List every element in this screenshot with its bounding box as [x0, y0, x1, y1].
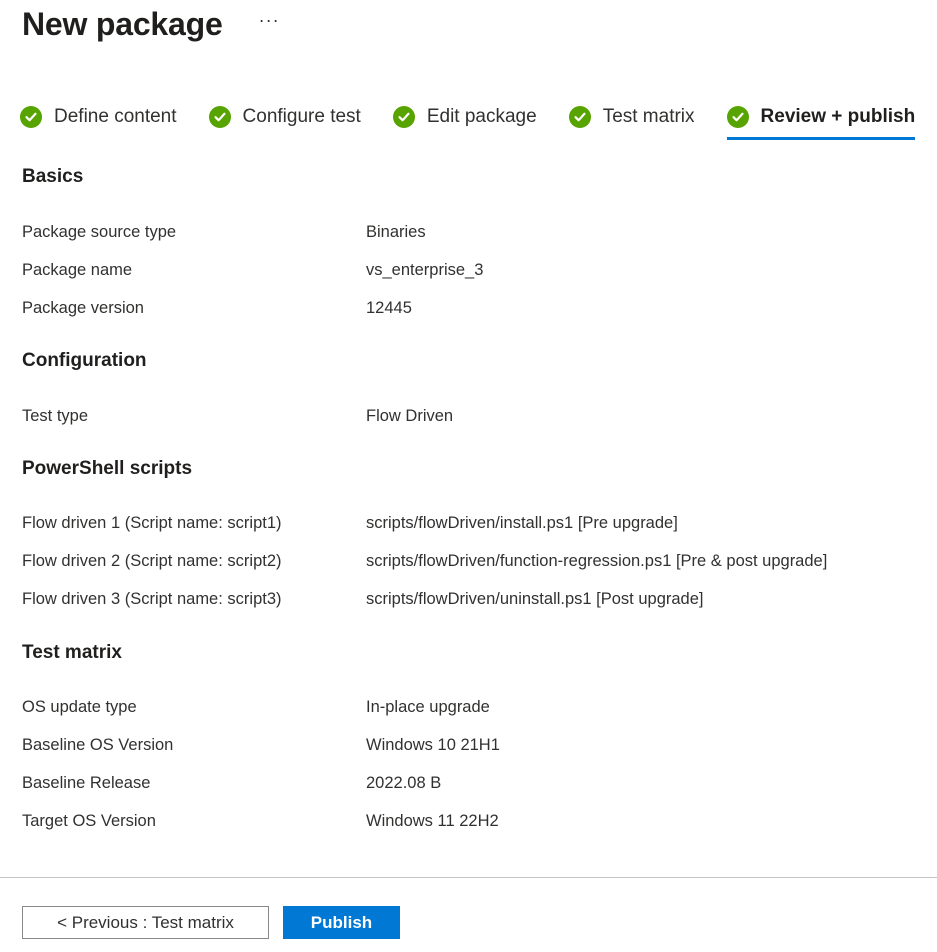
wizard-tabs: Define content Configure test Edit packa… — [20, 100, 915, 142]
tab-label: Test matrix — [602, 106, 695, 127]
detail-value: Windows 10 21H1 — [366, 735, 500, 754]
detail-row: Baseline Release 2022.08 B — [22, 771, 922, 795]
detail-row: Test type Flow Driven — [22, 404, 922, 428]
more-options-button[interactable]: ··· — [259, 11, 280, 29]
page-title: New package — [22, 5, 223, 42]
check-circle-icon — [20, 106, 42, 128]
detail-row: Target OS Version Windows 11 22H2 — [22, 809, 922, 833]
section-title-test-matrix: Test matrix — [22, 642, 122, 663]
detail-value: Windows 11 22H2 — [366, 811, 499, 830]
section-title-configuration: Configuration — [22, 350, 147, 371]
tab-test-matrix[interactable]: Test matrix — [568, 100, 695, 134]
detail-label: Flow driven 1 (Script name: script1) — [22, 513, 282, 532]
check-circle-icon — [726, 106, 749, 128]
detail-value: Binaries — [366, 222, 426, 241]
tab-configure-test[interactable]: Configure test — [208, 100, 361, 134]
footer-divider — [0, 877, 937, 878]
detail-label: Flow driven 2 (Script name: script2) — [22, 551, 282, 570]
detail-label: Target OS Version — [22, 811, 156, 830]
detail-row: Package version 12445 — [22, 296, 922, 320]
detail-row: Flow driven 3 (Script name: script3) scr… — [22, 587, 922, 611]
detail-label: OS update type — [22, 697, 137, 716]
detail-row: Baseline OS Version Windows 10 21H1 — [22, 733, 922, 757]
detail-value: In-place upgrade — [366, 697, 490, 716]
footer-actions: < Previous : Test matrix Publish — [22, 906, 400, 939]
detail-row: Flow driven 1 (Script name: script1) scr… — [22, 511, 922, 535]
detail-row: Package name vs_enterprise_3 — [22, 258, 922, 282]
tab-label: Edit package — [426, 106, 537, 127]
section-title-basics: Basics — [22, 166, 84, 187]
tab-review-publish[interactable]: Review + publish — [726, 100, 916, 140]
tab-label: Define content — [54, 106, 177, 127]
detail-label: Package version — [22, 298, 144, 317]
detail-value: scripts/flowDriven/install.ps1 [Pre upgr… — [366, 513, 678, 532]
detail-row: Flow driven 2 (Script name: script2) scr… — [22, 549, 922, 573]
tab-edit-package[interactable]: Edit package — [392, 100, 537, 134]
check-circle-icon — [392, 106, 415, 128]
detail-label: Package source type — [22, 222, 177, 241]
detail-value: 2022.08 B — [366, 773, 442, 792]
page-header: New package ··· — [22, 4, 280, 44]
detail-value: scripts/flowDriven/uninstall.ps1 [Post u… — [366, 589, 704, 608]
detail-row: Package source type Binaries — [22, 220, 922, 244]
detail-row: OS update type In-place upgrade — [22, 695, 922, 719]
tab-label: Configure test — [242, 106, 361, 127]
detail-label: Baseline Release — [22, 773, 151, 792]
detail-value: vs_enterprise_3 — [366, 260, 484, 279]
previous-button[interactable]: < Previous : Test matrix — [22, 906, 269, 939]
detail-value: Flow Driven — [366, 406, 454, 425]
section-title-powershell-scripts: PowerShell scripts — [22, 458, 193, 479]
detail-label: Baseline OS Version — [22, 735, 174, 754]
detail-label: Package name — [22, 260, 133, 279]
publish-button[interactable]: Publish — [283, 906, 400, 939]
detail-label: Flow driven 3 (Script name: script3) — [22, 589, 282, 608]
detail-value: 12445 — [366, 298, 412, 317]
tab-define-content[interactable]: Define content — [20, 100, 177, 134]
check-circle-icon — [208, 106, 231, 128]
detail-label: Test type — [22, 406, 89, 425]
tab-label: Review + publish — [760, 106, 916, 127]
detail-value: scripts/flowDriven/function-regression.p… — [366, 551, 828, 570]
check-circle-icon — [568, 106, 591, 128]
